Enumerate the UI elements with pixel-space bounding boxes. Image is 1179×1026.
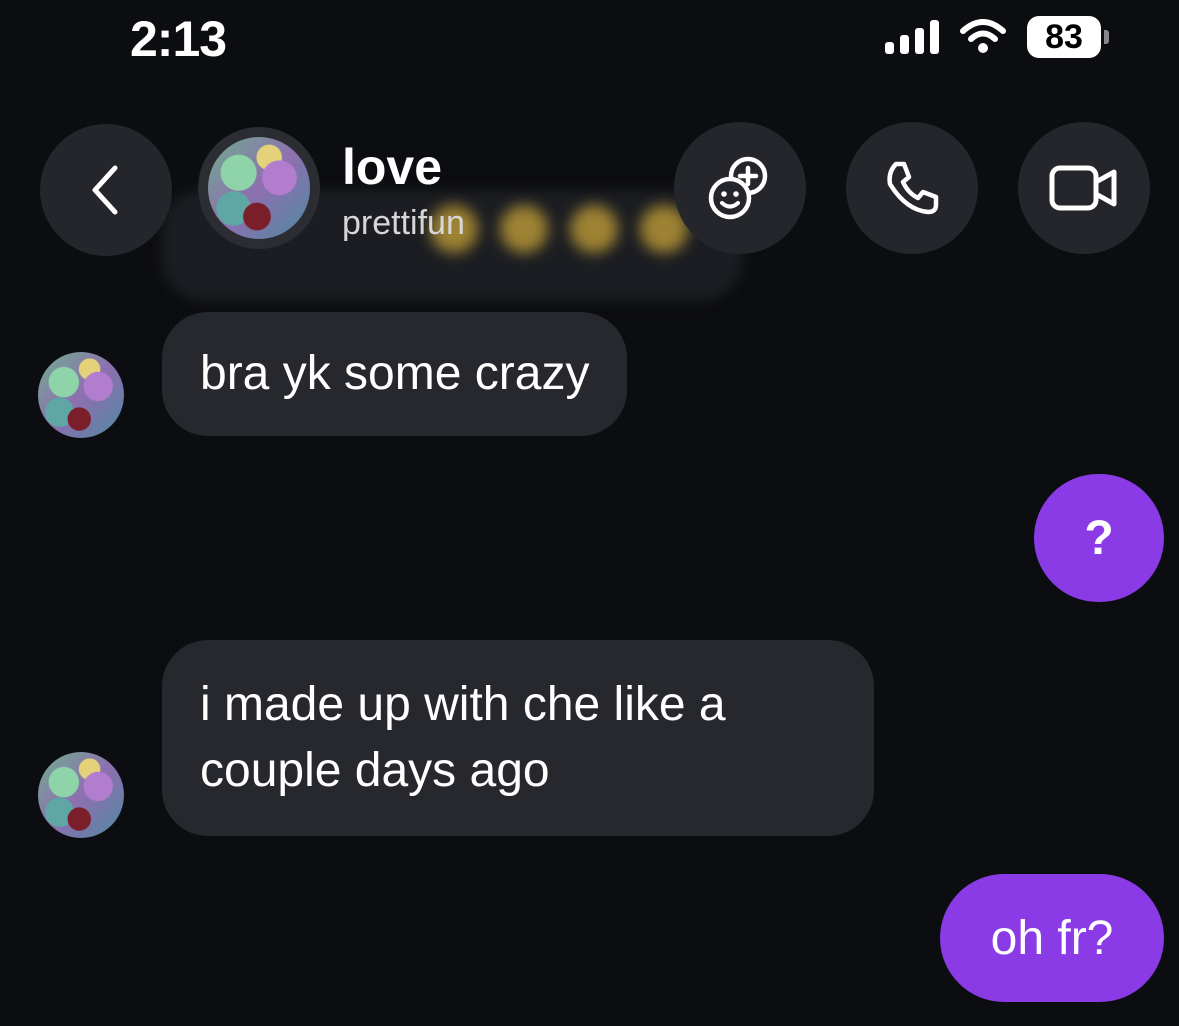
message-text: ? [1084,511,1114,565]
message-text-line: i made up with che like a [200,678,726,731]
video-camera-icon [1049,165,1117,211]
message-bubble-outgoing[interactable]: ? [1034,474,1164,602]
message-bubble-outgoing[interactable]: oh fr? [940,874,1164,1002]
video-call-button[interactable] [1018,122,1150,254]
add-effect-icon [708,156,768,220]
message-text: bra yk some crazy [200,347,590,400]
status-icons: 83 [885,16,1109,58]
sender-avatar[interactable] [38,352,124,438]
chat-screen: 2:13 83 love prettifun bra yk some crazy… [0,0,1179,1026]
avatar [208,137,310,239]
back-chevron-icon [92,165,118,215]
back-button[interactable] [40,124,172,256]
message-text-line: couple days ago [200,744,550,797]
sender-avatar[interactable] [38,752,124,838]
previous-emoji-blur [430,205,688,253]
contact-name[interactable]: love [342,138,442,196]
effects-button[interactable] [674,122,806,254]
message-bubble-incoming[interactable]: i made up with che like a couple days ag… [162,640,874,836]
phone-icon [887,161,939,215]
wifi-icon [960,19,1006,53]
battery-icon: 83 [1027,16,1109,58]
status-time: 2:13 [130,11,227,67]
signal-icon [885,20,939,54]
contact-username[interactable]: prettifun [342,204,465,243]
audio-call-button[interactable] [846,122,978,254]
contact-avatar-button[interactable] [198,127,320,249]
battery-level: 83 [1027,16,1101,58]
message-text: oh fr? [990,911,1114,965]
message-bubble-incoming[interactable]: bra yk some crazy [162,312,628,436]
